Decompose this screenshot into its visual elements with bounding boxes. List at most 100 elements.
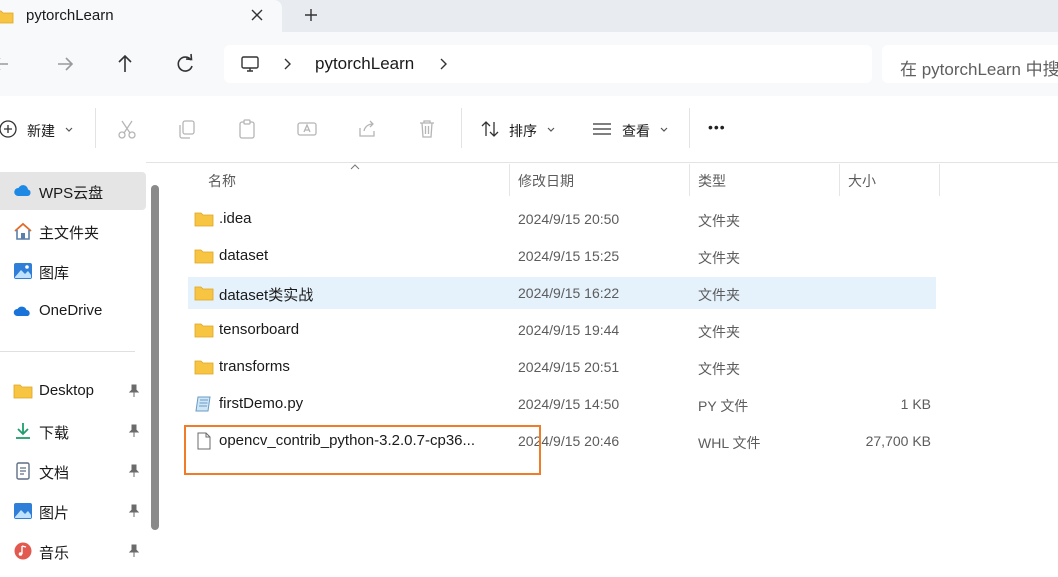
pin-icon[interactable] <box>128 464 140 478</box>
file-name: transforms <box>219 358 290 375</box>
breadcrumb-item[interactable]: pytorchLearn <box>315 54 414 74</box>
sidebar-item-label: 主文件夹 <box>39 225 100 242</box>
column-divider[interactable] <box>939 164 940 196</box>
file-type: PY 文件 <box>698 398 749 414</box>
search-placeholder: 在 pytorchLearn 中搜 <box>900 60 1058 79</box>
file-name: firstDemo.py <box>219 395 304 412</box>
sort-icon[interactable] <box>479 118 501 140</box>
documents-icon <box>16 462 30 480</box>
pin-icon[interactable] <box>128 504 140 518</box>
file-row[interactable]: dataset 2024/9/15 15:25 文件夹 <box>188 240 936 272</box>
column-header-type[interactable]: 类型 <box>698 171 726 191</box>
file-name: dataset <box>219 247 269 264</box>
sidebar-item-music[interactable]: 音乐 <box>0 532 146 570</box>
sidebar-item-wps-cloud[interactable]: WPS云盘 <box>0 172 146 210</box>
column-divider[interactable] <box>689 164 690 196</box>
download-icon <box>16 423 30 439</box>
sidebar-item-documents[interactable]: 文档 <box>0 452 146 490</box>
sidebar-item-label: 图片 <box>39 505 70 522</box>
chevron-down-icon[interactable] <box>546 126 556 134</box>
file-size: 27,700 KB <box>865 433 931 449</box>
file-type: WHL 文件 <box>698 435 761 451</box>
sidebar-item-gallery[interactable]: 图库 <box>0 252 146 290</box>
folder-icon <box>194 323 214 338</box>
toolbar-divider <box>95 108 96 148</box>
sidebar-item-desktop[interactable]: Desktop <box>0 372 146 410</box>
refresh-button[interactable] <box>171 50 199 78</box>
gallery-icon <box>14 263 32 279</box>
column-divider[interactable] <box>509 164 510 196</box>
file-type: 文件夹 <box>698 324 740 340</box>
up-button[interactable] <box>111 50 139 78</box>
more-options-button[interactable]: ••• <box>708 119 726 135</box>
pin-icon[interactable] <box>128 544 140 558</box>
file-date: 2024/9/15 20:50 <box>518 211 620 227</box>
python-file-icon <box>195 396 211 412</box>
file-type: 文件夹 <box>698 361 740 377</box>
folder-icon <box>194 360 214 375</box>
pin-icon[interactable] <box>128 424 140 438</box>
file-date: 2024/9/15 14:50 <box>518 396 620 412</box>
sidebar-item-pictures[interactable]: 图片 <box>0 492 146 530</box>
tab-title: pytorchLearn <box>26 7 114 24</box>
file-date: 2024/9/15 20:51 <box>518 359 620 375</box>
file-row[interactable]: .idea 2024/9/15 20:50 文件夹 <box>188 203 936 235</box>
file-date: 2024/9/15 15:25 <box>518 248 620 264</box>
sidebar-item-onedrive[interactable]: OneDrive <box>0 292 146 330</box>
back-button[interactable] <box>0 50 16 78</box>
file-date: 2024/9/15 16:22 <box>518 285 620 301</box>
pictures-icon <box>14 503 32 519</box>
column-header-name[interactable]: 名称 <box>208 171 236 191</box>
chevron-down-icon[interactable] <box>659 126 669 134</box>
new-button[interactable]: 新建 <box>27 121 55 141</box>
delete-icon[interactable] <box>416 118 438 140</box>
pin-icon[interactable] <box>128 384 140 398</box>
file-type: 文件夹 <box>698 213 740 229</box>
chevron-right-icon[interactable] <box>437 54 451 74</box>
new-icon[interactable] <box>0 118 19 140</box>
sidebar-item-label: OneDrive <box>39 302 103 319</box>
column-header-size[interactable]: 大小 <box>848 171 876 191</box>
computer-icon[interactable] <box>240 54 260 74</box>
file-row[interactable]: firstDemo.py 2024/9/15 14:50 PY 文件 1 KB <box>188 388 936 420</box>
sidebar-scrollbar[interactable] <box>151 185 159 530</box>
home-icon <box>14 222 32 240</box>
sort-button[interactable]: 排序 <box>509 121 537 141</box>
file-row[interactable]: transforms 2024/9/15 20:51 文件夹 <box>188 351 936 383</box>
file-name: dataset类实战 <box>219 287 314 304</box>
close-icon[interactable] <box>247 5 267 25</box>
toolbar-divider <box>461 108 462 148</box>
sidebar-item-label: 下载 <box>39 425 70 442</box>
sidebar-item-label: 音乐 <box>39 545 70 562</box>
sort-ascending-icon <box>350 164 360 170</box>
file-date: 2024/9/15 19:44 <box>518 322 620 338</box>
view-icon[interactable] <box>591 118 613 140</box>
file-name: tensorboard <box>219 321 300 338</box>
column-divider[interactable] <box>839 164 840 196</box>
file-row[interactable]: tensorboard 2024/9/15 19:44 文件夹 <box>188 314 936 346</box>
folder-icon <box>194 249 214 264</box>
paste-icon[interactable] <box>236 118 258 140</box>
cloud-icon <box>14 185 31 196</box>
annotation-highlight-box <box>184 425 541 475</box>
sidebar-item-home[interactable]: 主文件夹 <box>0 212 146 250</box>
share-icon[interactable] <box>356 118 378 140</box>
cut-icon[interactable] <box>116 118 138 140</box>
column-header-date[interactable]: 修改日期 <box>518 171 574 191</box>
file-row-selected[interactable]: dataset类实战 2024/9/15 16:22 文件夹 <box>188 277 936 309</box>
view-button[interactable]: 查看 <box>622 121 650 141</box>
folder-icon <box>0 10 14 24</box>
sidebar-divider <box>0 351 135 352</box>
toolbar-divider <box>689 108 690 148</box>
new-tab-button[interactable] <box>301 5 321 25</box>
sidebar-item-downloads[interactable]: 下载 <box>0 412 146 450</box>
chevron-down-icon[interactable] <box>64 126 74 134</box>
chevron-right-icon[interactable] <box>281 54 295 74</box>
desktop-folder-icon <box>13 384 33 399</box>
music-icon <box>14 542 32 560</box>
rename-icon[interactable] <box>296 118 318 140</box>
copy-icon[interactable] <box>176 118 198 140</box>
folder-icon <box>194 212 214 227</box>
forward-button[interactable] <box>52 50 80 78</box>
file-type: 文件夹 <box>698 287 740 303</box>
